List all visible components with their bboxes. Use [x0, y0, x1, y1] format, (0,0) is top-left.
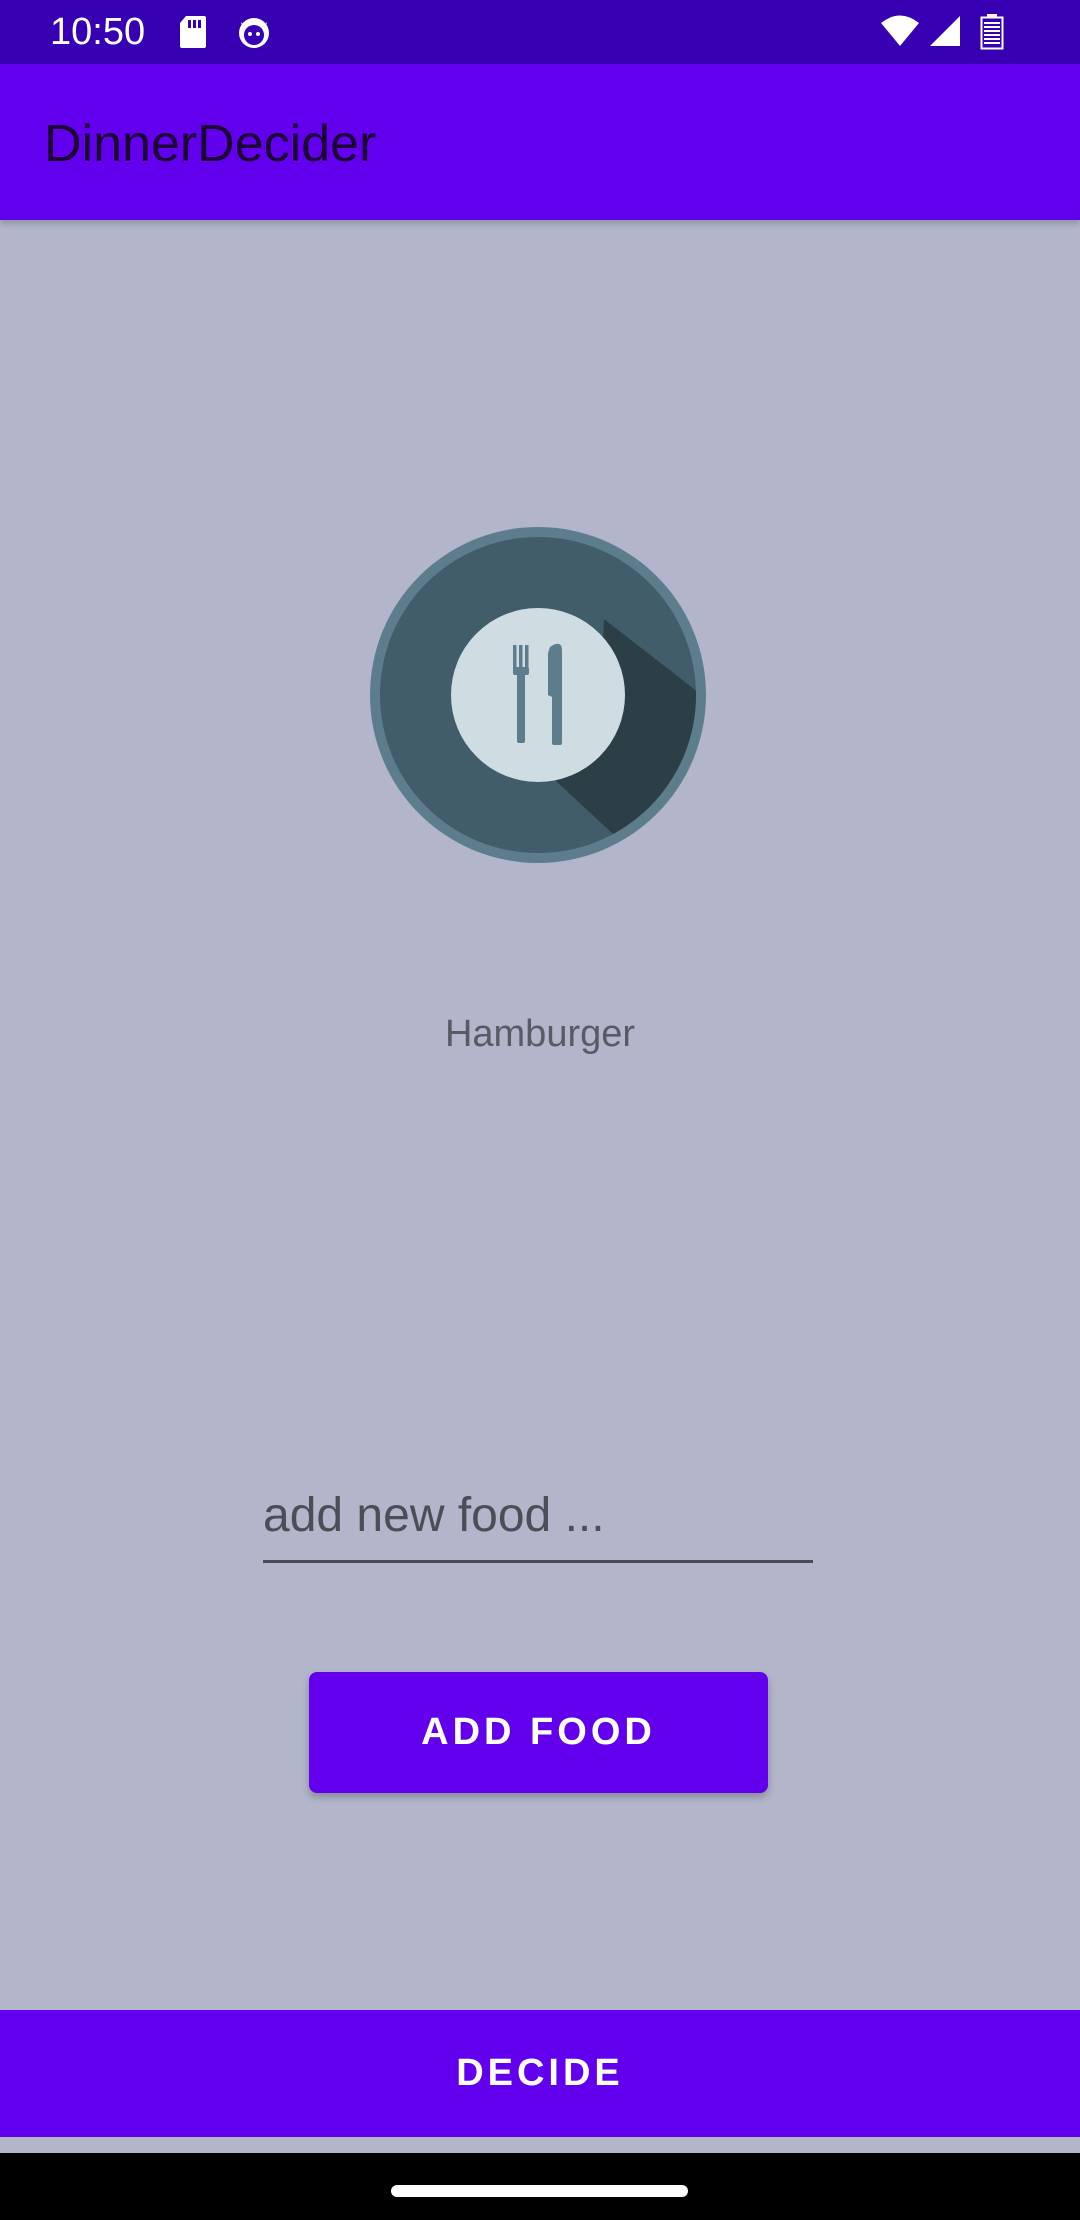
new-food-input[interactable]: [263, 1470, 813, 1563]
battery-icon: [980, 14, 1004, 55]
status-bar: 10:50: [0, 0, 1080, 64]
selected-food-label: Hamburger: [444, 1013, 636, 1055]
app-screen: 10:50 DinnerDecider Hamburger add new fo…: [0, 0, 1080, 2220]
wifi-icon: [880, 14, 920, 53]
sd-card-icon: [178, 14, 208, 55]
decide-button[interactable]: DECIDE: [0, 2010, 1080, 2137]
add-food-button[interactable]: ADD FOOD: [309, 1672, 768, 1793]
status-time: 10:50: [50, 11, 146, 53]
cell-signal-icon: [928, 14, 962, 53]
plate-fork-knife-icon: [370, 527, 706, 863]
app-title: DinnerDecider: [44, 115, 377, 173]
navigation-bar: [0, 2153, 1080, 2220]
cat-face-icon: [236, 14, 272, 55]
home-handle[interactable]: [391, 2185, 688, 2197]
app-bar: DinnerDecider: [0, 64, 1080, 220]
